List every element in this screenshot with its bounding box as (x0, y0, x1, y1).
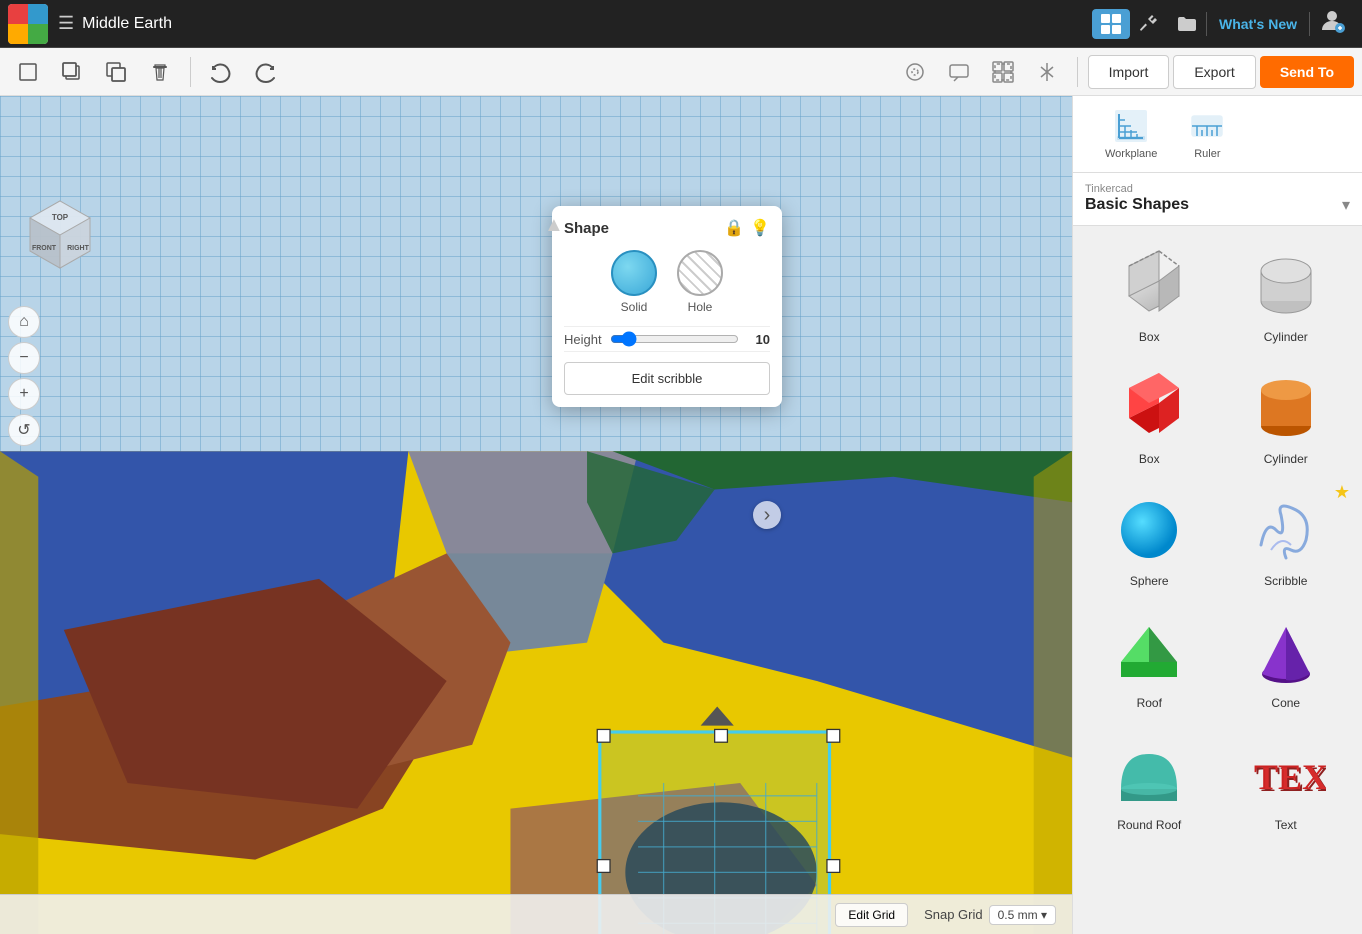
whats-new-button[interactable]: What's New (1206, 12, 1310, 36)
shape-cylinder-wire-label: Cylinder (1264, 330, 1308, 344)
shape-cone[interactable]: Cone (1222, 604, 1351, 718)
shape-cone-label: Cone (1271, 696, 1300, 710)
view-cube[interactable]: TOP FRONT RIGHT (20, 196, 100, 276)
shape-panel-title: Shape (564, 220, 609, 237)
group-icon[interactable] (983, 54, 1023, 90)
zoom-in-button[interactable]: + (8, 378, 40, 410)
main-area: ↻ TOP FRONT RIGHT ⌂ − + ↺ (0, 96, 1362, 934)
redo-button[interactable] (245, 54, 285, 90)
ruler-tool[interactable]: Ruler (1173, 104, 1241, 164)
shape-text[interactable]: TEXT TEXT Text (1222, 726, 1351, 840)
right-sidebar: Workplane Ruler Tinkercad Basic Shapes (1072, 96, 1362, 934)
map-scene-svg: ↻ (0, 196, 1072, 934)
hole-circle (677, 250, 723, 296)
snap-grid-control: Snap Grid 0.5 mm ▾ (924, 905, 1056, 925)
height-value: 10 (747, 332, 770, 347)
shape-category[interactable]: Tinkercad Basic Shapes ▾ (1073, 173, 1362, 226)
copy-button[interactable] (52, 54, 92, 90)
shape-panel: ▲ Shape 🔒 💡 Solid Hole Height (552, 206, 782, 407)
shape-round-roof[interactable]: Round Roof (1085, 726, 1214, 840)
shape-scribble[interactable]: Scribble (1222, 482, 1351, 596)
light-icon[interactable]: 💡 (750, 218, 770, 238)
toolbar-right: Import Export Send To (895, 54, 1354, 90)
edit-scribble-button[interactable]: Edit scribble (564, 362, 770, 395)
canvas[interactable]: ↻ TOP FRONT RIGHT ⌂ − + ↺ (0, 96, 1072, 934)
shape-grid: Box Cylinder (1073, 226, 1362, 852)
shape-roof[interactable]: Roof (1085, 604, 1214, 718)
bottom-bar: Edit Grid Snap Grid 0.5 mm ▾ (0, 894, 1072, 934)
left-tools: ⌂ − + ↺ (8, 306, 40, 446)
shape-cylinder-solid-label: Cylinder (1264, 452, 1308, 466)
workplane-label: Workplane (1105, 148, 1157, 160)
import-button[interactable]: Import (1088, 55, 1170, 89)
reset-view-button[interactable]: ↺ (8, 414, 40, 446)
zoom-out-button[interactable]: − (8, 342, 40, 374)
shape-sphere-label: Sphere (1130, 574, 1169, 588)
tools-button[interactable] (1130, 9, 1168, 39)
shape-panel-icons: 🔒 💡 (724, 218, 770, 238)
category-select[interactable]: Basic Shapes ▾ (1085, 195, 1350, 215)
toolbar: Import Export Send To (0, 48, 1362, 96)
height-label: Height (564, 332, 602, 347)
home-view-button[interactable]: ⌂ (8, 306, 40, 338)
align-icon[interactable] (895, 54, 935, 90)
hole-label: Hole (688, 300, 713, 314)
height-row: Height 10 (564, 326, 770, 352)
send-to-button[interactable]: Send To (1260, 56, 1354, 88)
grid-view-button[interactable] (1092, 9, 1130, 39)
project-title: Middle Earth (82, 15, 172, 33)
logo (8, 4, 48, 44)
category-name: Basic Shapes (1085, 196, 1189, 214)
shape-panel-header: Shape 🔒 💡 (564, 218, 770, 238)
shape-round-roof-label: Round Roof (1117, 818, 1181, 832)
hole-toggle[interactable]: Hole (677, 250, 723, 314)
solid-circle (611, 250, 657, 296)
snap-grid-label: Snap Grid (924, 907, 983, 922)
lock-icon[interactable]: 🔒 (724, 218, 744, 238)
shape-text-label: Text (1275, 818, 1297, 832)
svg-text:TOP: TOP (52, 213, 69, 222)
svg-text:TEXT: TEXT (1256, 759, 1326, 799)
svg-text:RIGHT: RIGHT (67, 245, 90, 252)
panel-collapse-arrow[interactable]: ▲ (544, 214, 564, 237)
solid-toggle[interactable]: Solid (611, 250, 657, 314)
workplane-tool[interactable]: Workplane (1089, 104, 1173, 164)
menu-icon[interactable]: ☰ (58, 13, 74, 34)
shape-cylinder-solid[interactable]: Cylinder (1222, 360, 1351, 474)
height-slider[interactable] (610, 331, 739, 347)
3d-scene: ↻ (0, 96, 1072, 934)
sidebar-tools: Workplane Ruler (1073, 96, 1362, 173)
category-source: Tinkercad (1085, 183, 1350, 195)
new-shape-button[interactable] (8, 54, 48, 90)
paste-button[interactable] (96, 54, 136, 90)
comment-icon[interactable] (939, 54, 979, 90)
shape-roof-label: Roof (1137, 696, 1162, 710)
delete-button[interactable] (140, 54, 180, 90)
snap-value[interactable]: 0.5 mm ▾ (989, 905, 1056, 925)
solid-label: Solid (621, 300, 648, 314)
edit-grid-button[interactable]: Edit Grid (835, 903, 908, 927)
user-button[interactable] (1310, 2, 1354, 45)
shape-box-solid[interactable]: Box (1085, 360, 1214, 474)
shape-cylinder-wire[interactable]: Cylinder (1222, 238, 1351, 352)
shape-toggle: Solid Hole (564, 250, 770, 314)
ruler-label: Ruler (1194, 148, 1220, 160)
export-button[interactable]: Export (1173, 55, 1255, 89)
folder-button[interactable] (1168, 9, 1206, 39)
category-dropdown-arrow[interactable]: ▾ (1342, 195, 1350, 215)
shape-box-wire[interactable]: Box (1085, 238, 1214, 352)
svg-text:FRONT: FRONT (32, 245, 57, 252)
top-nav: ☰ Middle Earth What's New (0, 0, 1362, 48)
sidebar-toggle-button[interactable]: › (753, 501, 781, 529)
shape-box-solid-label: Box (1139, 452, 1160, 466)
shape-box-wire-label: Box (1139, 330, 1160, 344)
mirror-icon[interactable] (1027, 54, 1067, 90)
undo-button[interactable] (201, 54, 241, 90)
shape-sphere[interactable]: Sphere (1085, 482, 1214, 596)
shape-scribble-label: Scribble (1264, 574, 1307, 588)
